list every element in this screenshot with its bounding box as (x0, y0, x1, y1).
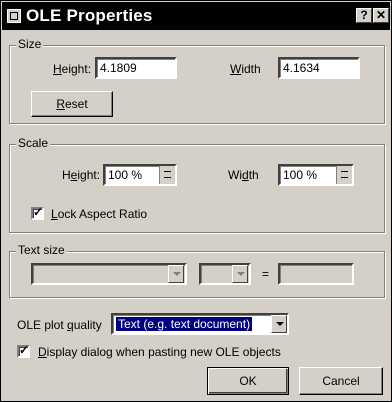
scale-height-spinner[interactable] (159, 166, 175, 184)
scale-height-label: Height: (62, 168, 101, 182)
scale-width-label: Width (228, 168, 259, 182)
lock-aspect-checkbox[interactable]: ✓ (31, 205, 44, 220)
size-height-field[interactable]: 4.1809 (95, 57, 177, 79)
checkmark-icon: ✓ (33, 205, 44, 219)
close-button[interactable]: ✕ (373, 8, 389, 23)
ole-properties-dialog: OLE Properties ? ✕ Size Height: 4.1809 W… (0, 0, 392, 402)
display-dialog-label[interactable]: Display dialog when pasting new OLE obje… (38, 345, 281, 359)
title-bar[interactable]: OLE Properties ? ✕ (2, 2, 390, 30)
cancel-button[interactable]: Cancel (299, 367, 383, 395)
window-icon (7, 9, 21, 23)
plot-quality-select[interactable]: Text (e.g. text document) (111, 313, 289, 335)
size-width-field[interactable]: 4.1634 (278, 57, 360, 79)
scale-height-value: 100 % (108, 168, 143, 182)
plot-quality-label: OLE plot quality (17, 318, 102, 332)
size-width-label: Width (230, 62, 261, 76)
scale-width-field[interactable]: 100 % (278, 164, 354, 186)
text-font-dropdown-icon (168, 265, 184, 283)
display-dialog-checkbox[interactable]: ✓ (17, 343, 30, 358)
scale-height-field[interactable]: 100 % (103, 164, 177, 186)
reset-button[interactable]: Reset (31, 91, 113, 117)
size-group-title: Size (16, 37, 44, 51)
scale-group-title: Scale (16, 136, 51, 150)
help-button[interactable]: ? (356, 8, 372, 23)
scale-width-value: 100 % (283, 168, 318, 182)
checkmark-icon: ✓ (19, 343, 30, 357)
window-title: OLE Properties (26, 6, 153, 25)
size-height-label: Height: (53, 62, 92, 76)
ok-button[interactable]: OK (207, 367, 289, 395)
lock-aspect-label[interactable]: Lock Aspect Ratio (51, 207, 147, 221)
plot-quality-value: Text (e.g. text document) (116, 317, 253, 331)
text-size-dropdown-icon (232, 265, 248, 283)
text-size-group-title: Text size (16, 243, 67, 257)
plot-quality-dropdown-icon[interactable] (271, 315, 287, 333)
scale-width-spinner[interactable] (336, 166, 352, 184)
text-font-combo (31, 263, 187, 285)
equals-sign: = (262, 267, 270, 281)
text-size-result (278, 263, 354, 285)
